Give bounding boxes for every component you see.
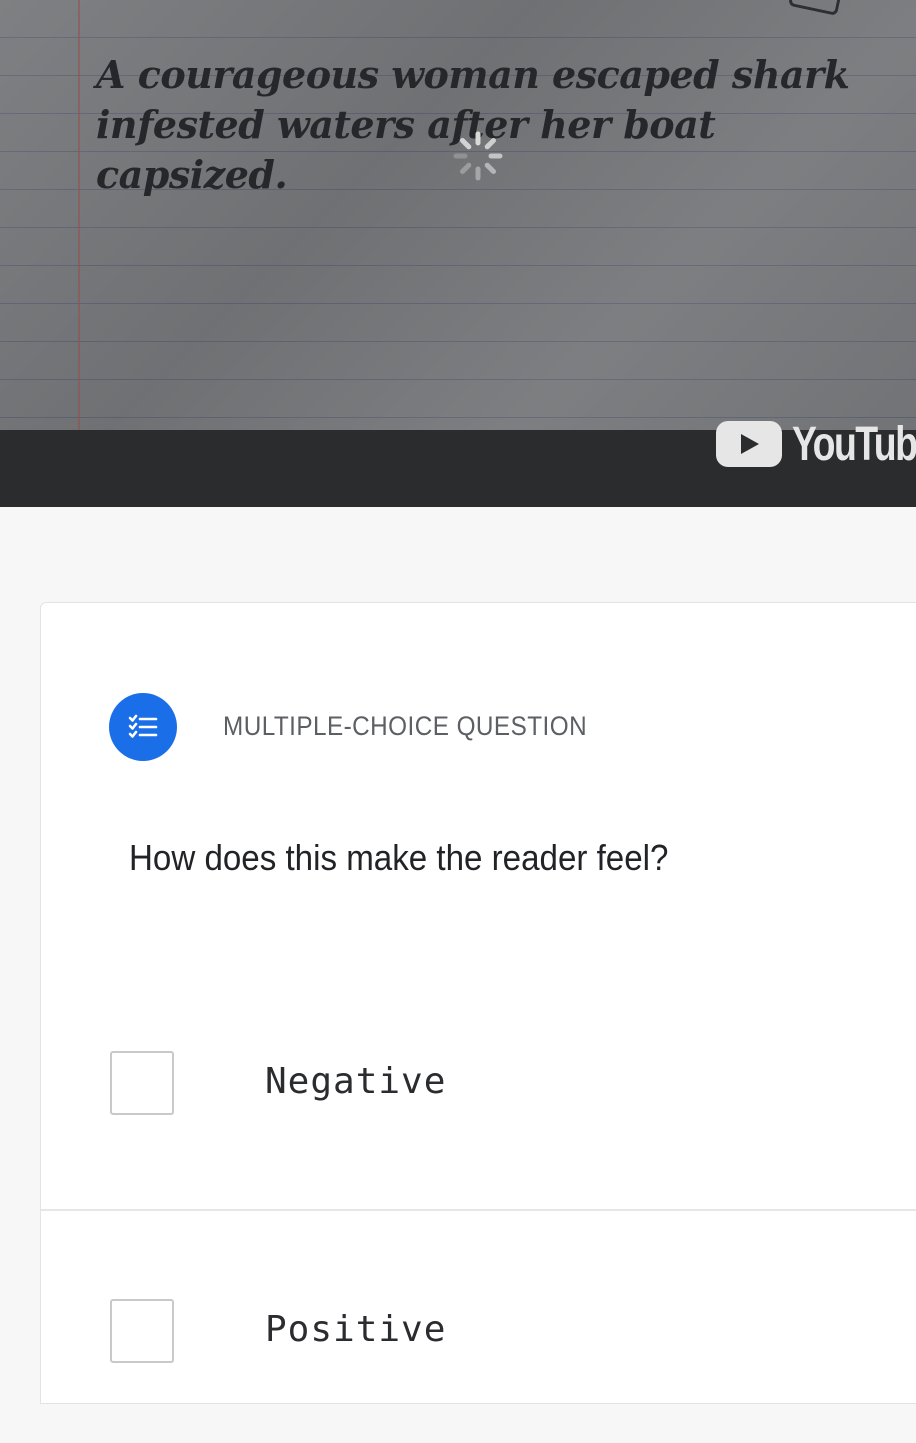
question-type-label: MULTIPLE-CHOICE QUESTION [223, 711, 588, 741]
answer-option-negative[interactable]: Negative [41, 977, 916, 1211]
checklist-icon [109, 693, 177, 761]
youtube-logo[interactable]: YouTube [716, 417, 916, 471]
video-player[interactable]: A courageous woman escaped shark infeste… [0, 0, 916, 430]
youtube-play-icon [716, 421, 782, 467]
answer-option-label: Positive [265, 1309, 447, 1350]
answer-option-positive[interactable]: Positive [41, 1211, 916, 1443]
question-card: MULTIPLE-CHOICE QUESTION How does this m… [40, 602, 916, 1404]
question-prompt: How does this make the reader feel? [129, 837, 669, 878]
answer-checkbox[interactable] [110, 1051, 174, 1115]
youtube-wordmark: YouTube [792, 417, 916, 471]
answer-option-label: Negative [265, 1061, 447, 1102]
doodle-mark [787, 0, 843, 16]
notebook-margin-line [78, 0, 80, 430]
answer-checkbox[interactable] [110, 1299, 174, 1363]
loading-spinner-icon [453, 131, 503, 181]
